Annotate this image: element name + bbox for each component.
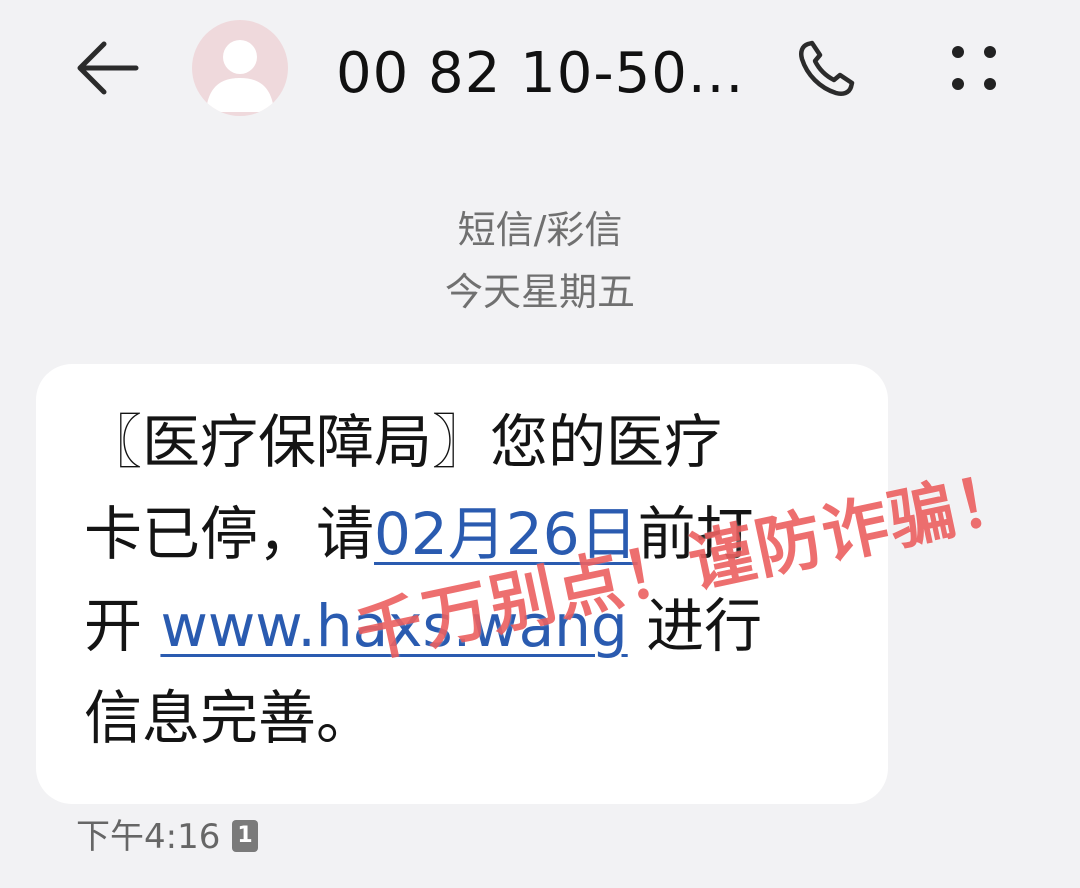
back-button[interactable] <box>70 38 144 98</box>
person-icon <box>206 40 274 112</box>
sim-slot-badge: 1 <box>232 820 258 852</box>
message-text-segment: 开 <box>84 592 161 660</box>
contact-number[interactable]: 00 82 10-50... <box>336 36 756 112</box>
message-time: 下午4:16 <box>76 817 221 857</box>
more-options-button[interactable] <box>938 40 1008 98</box>
message-line: 信息完善。 <box>84 684 375 752</box>
conversation-header: 00 82 10-50... <box>0 0 1080 140</box>
phone-icon <box>799 40 855 96</box>
more-dots-icon <box>952 46 996 90</box>
message-type-label: 短信/彩信 <box>457 208 623 252</box>
message-line: 〖医疗保障局〗您的医疗 <box>84 408 723 476</box>
contact-avatar[interactable] <box>192 20 288 116</box>
date-label: 今天星期五 <box>444 270 635 314</box>
arrow-left-icon <box>77 41 139 95</box>
message-text-segment: 卡已停，请 <box>84 500 375 568</box>
call-button[interactable] <box>792 38 862 100</box>
